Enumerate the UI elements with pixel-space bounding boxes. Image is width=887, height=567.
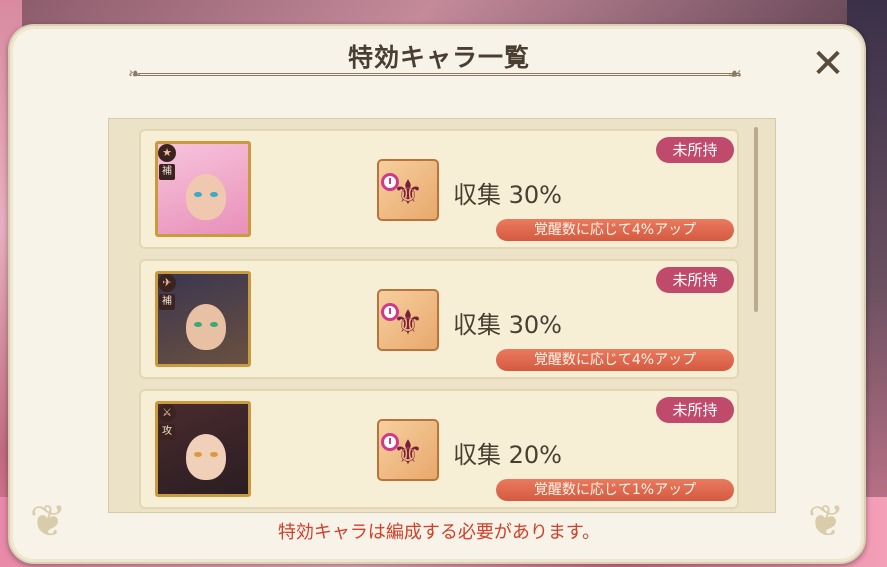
- effect-text: 収集 30%: [453, 181, 562, 209]
- effect-text: 収集 30%: [453, 311, 562, 339]
- sword-icon: ⚔: [158, 404, 176, 422]
- character-portrait[interactable]: ★ 補: [155, 141, 251, 237]
- title-divider: [138, 73, 740, 76]
- fleur-icon: ⚜: [392, 303, 424, 343]
- status-badge: 未所持: [656, 137, 734, 163]
- skill-icon: ⚜: [377, 159, 439, 221]
- divider-ornament-icon: ❧: [128, 64, 142, 83]
- list-item[interactable]: ✈ 補 ⚜ 収集 30% 未所持 覚醒数に応じて4%アップ: [139, 259, 739, 379]
- divider-ornament-icon: ☙: [728, 64, 743, 83]
- bonus-label: 覚醒数に応じて4%アップ: [496, 219, 734, 241]
- status-badge: 未所持: [656, 397, 734, 423]
- bonus-label: 覚醒数に応じて4%アップ: [496, 349, 734, 371]
- bonus-label: 覚醒数に応じて1%アップ: [496, 479, 734, 501]
- role-label: 補: [159, 294, 175, 310]
- character-list[interactable]: ★ 補 ⚜ 収集 30% 未所持 覚醒数に応じて4%アップ ✈ 補 ⚜ 収集 3…: [108, 118, 776, 513]
- role-label: 補: [159, 164, 175, 180]
- status-badge: 未所持: [656, 267, 734, 293]
- skill-icon: ⚜: [377, 289, 439, 351]
- scrollbar[interactable]: [754, 127, 758, 312]
- wing-icon: ✈: [158, 274, 176, 292]
- list-item[interactable]: ★ 補 ⚜ 収集 30% 未所持 覚醒数に応じて4%アップ: [139, 129, 739, 249]
- fleur-icon: ⚜: [392, 433, 424, 473]
- role-label: 攻: [159, 424, 175, 440]
- skill-icon: ⚜: [377, 419, 439, 481]
- effect-text: 収集 20%: [453, 441, 562, 469]
- special-characters-dialog: ❦ ❦ 特効キャラ一覧 ❧ ☙ ✕ ★ 補 ⚜ 収集 30% 未所持 覚醒数に応…: [8, 24, 866, 564]
- character-portrait[interactable]: ⚔ 攻: [155, 401, 251, 497]
- list-item[interactable]: ⚔ 攻 ⚜ 収集 20% 未所持 覚醒数に応じて1%アップ: [139, 389, 739, 509]
- close-icon: ✕: [811, 41, 845, 87]
- close-button[interactable]: ✕: [810, 44, 846, 84]
- footer-note: 特効キャラは編成する必要があります。: [277, 522, 601, 543]
- character-portrait[interactable]: ✈ 補: [155, 271, 251, 367]
- fleur-icon: ⚜: [392, 173, 424, 213]
- star-icon: ★: [158, 144, 176, 162]
